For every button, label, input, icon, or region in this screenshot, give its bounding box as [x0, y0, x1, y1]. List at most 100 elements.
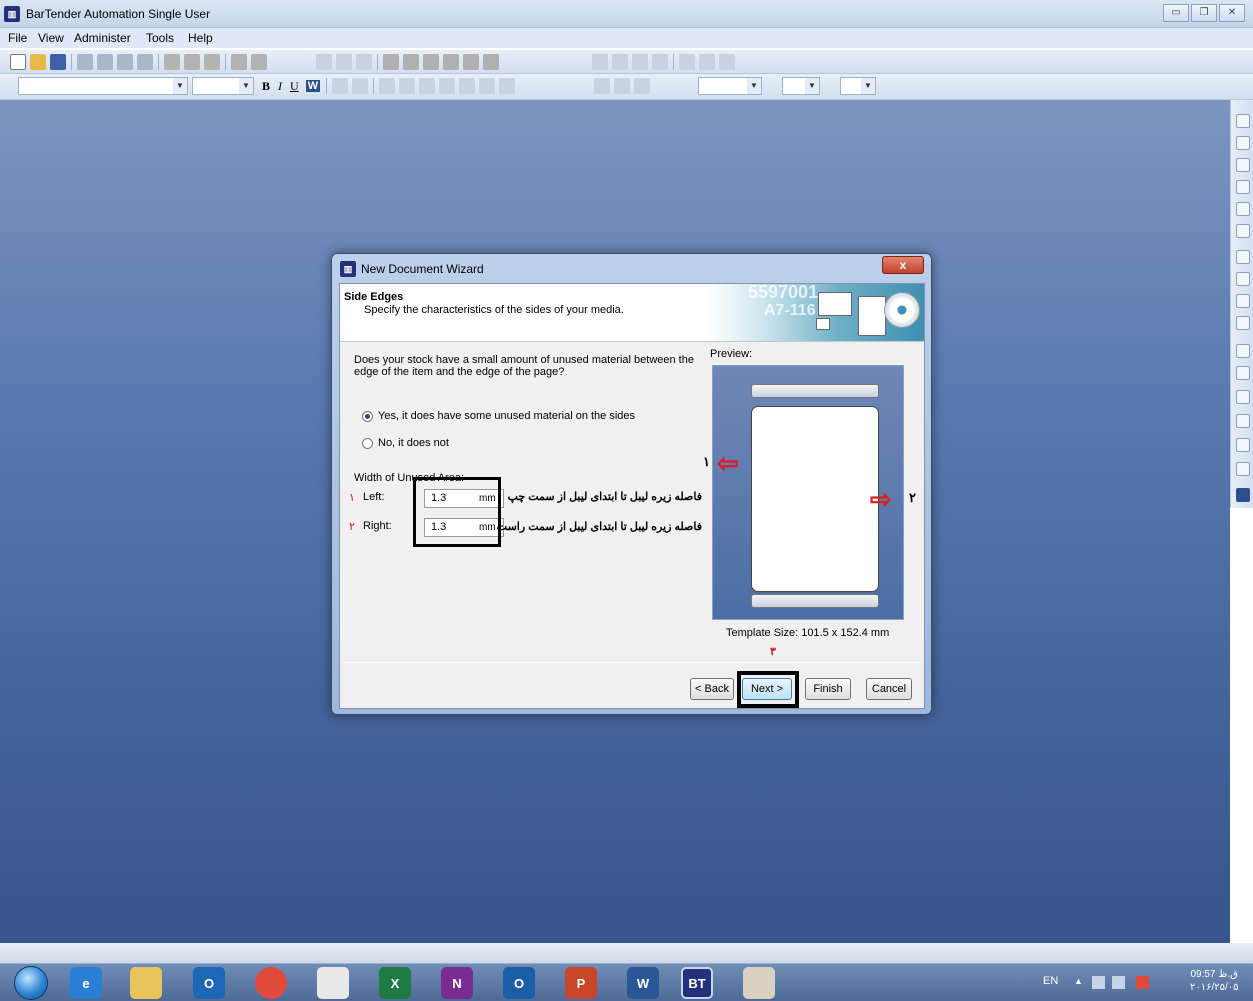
word-wrap-button[interactable]: W — [305, 80, 321, 92]
bartender-taskbar-icon[interactable]: BT — [681, 967, 713, 999]
align-right-icon[interactable] — [1236, 224, 1250, 238]
restore-button[interactable]: ❐ — [1191, 4, 1217, 22]
underline-button[interactable]: U — [290, 79, 299, 94]
undo-icon[interactable] — [231, 54, 247, 70]
page-setup-icon[interactable] — [117, 54, 133, 70]
powerpoint-icon[interactable]: P — [565, 967, 597, 999]
radio-selected-icon[interactable] — [362, 410, 373, 422]
print-icon[interactable] — [77, 54, 93, 70]
file-explorer-icon[interactable] — [130, 967, 162, 999]
menu-administer[interactable]: Administer — [74, 31, 131, 45]
paragraph-icon[interactable] — [459, 78, 476, 94]
align-center-icon[interactable] — [399, 78, 416, 94]
excel-icon[interactable]: X — [379, 967, 411, 999]
picture-icon[interactable] — [463, 54, 479, 70]
back-button[interactable]: < Back — [690, 678, 734, 700]
paint-app-icon[interactable] — [317, 967, 349, 999]
outlook-icon[interactable]: O — [503, 967, 535, 999]
center-vertical-icon[interactable] — [1236, 316, 1250, 330]
volume-icon[interactable] — [1112, 976, 1125, 989]
print-preview-icon[interactable] — [97, 54, 113, 70]
zoom-in-icon[interactable] — [592, 54, 608, 70]
text-cursor-icon[interactable] — [356, 54, 372, 70]
chevron-up-icon[interactable]: ▲ — [1074, 976, 1087, 989]
minimize-button[interactable]: ▭ — [1163, 4, 1189, 22]
database-icon[interactable] — [137, 54, 153, 70]
select-icon[interactable] — [316, 54, 332, 70]
dialog-close-button[interactable]: x — [882, 256, 924, 274]
grid-icon[interactable] — [719, 54, 735, 70]
outlook-app-icon[interactable]: O — [193, 967, 225, 999]
subscript-icon[interactable] — [499, 78, 516, 94]
align-left-icon[interactable] — [1236, 180, 1250, 194]
option-yes[interactable]: Yes, it does have some unused material o… — [362, 410, 635, 422]
line-weight-icon[interactable] — [634, 78, 650, 94]
superscript-icon[interactable] — [479, 78, 496, 94]
line-dash-combo[interactable]: ▼ — [840, 77, 876, 95]
redo-icon[interactable] — [251, 54, 267, 70]
paste-icon[interactable] — [204, 54, 220, 70]
italic-button[interactable]: I — [278, 79, 282, 94]
network-icon[interactable] — [1092, 976, 1105, 989]
rotate-270-icon[interactable] — [1236, 438, 1250, 452]
align-icon[interactable] — [679, 54, 695, 70]
distribute-icon[interactable] — [699, 54, 715, 70]
font-color-icon[interactable] — [332, 78, 349, 94]
menu-view[interactable]: View — [38, 31, 64, 45]
text-object-icon[interactable] — [403, 54, 419, 70]
line-icon[interactable] — [423, 54, 439, 70]
barcode-icon[interactable] — [383, 54, 399, 70]
onenote-icon[interactable]: N — [441, 967, 473, 999]
rotate-90-icon[interactable] — [1236, 390, 1250, 404]
copy-icon[interactable] — [184, 54, 200, 70]
start-button[interactable] — [14, 966, 48, 1000]
line-width-combo[interactable]: ▼ — [698, 77, 762, 95]
internet-explorer-icon[interactable]: e — [70, 967, 102, 999]
align-left-icon[interactable] — [379, 78, 396, 94]
toolbar-overflow-icon[interactable] — [1236, 488, 1250, 502]
same-width-icon[interactable] — [1236, 366, 1250, 380]
zoom-fit-icon[interactable] — [632, 54, 648, 70]
new-icon[interactable] — [10, 54, 26, 70]
open-icon[interactable] — [30, 54, 46, 70]
align-middle-icon[interactable] — [1236, 136, 1250, 150]
shape-icon[interactable] — [443, 54, 459, 70]
menu-tools[interactable]: Tools — [146, 31, 174, 45]
fill-color-icon[interactable] — [614, 78, 630, 94]
zoom-out-icon[interactable] — [612, 54, 628, 70]
save-icon[interactable] — [50, 54, 66, 70]
flag-icon[interactable] — [1136, 976, 1149, 989]
close-window-button[interactable]: ✕ — [1219, 4, 1245, 22]
center-horizontal-icon[interactable] — [1236, 294, 1250, 308]
rotate-180-icon[interactable] — [1236, 414, 1250, 428]
line-color-icon[interactable] — [594, 78, 610, 94]
option-no[interactable]: No, it does not — [362, 437, 449, 449]
clock[interactable]: ق.ظ 09:57 ۲۰۱۶/۲۵/۰۵ — [1190, 968, 1239, 994]
highlight-icon[interactable] — [352, 78, 369, 94]
zoom-page-icon[interactable] — [652, 54, 668, 70]
justify-icon[interactable] — [439, 78, 456, 94]
size-icon[interactable] — [1236, 344, 1250, 358]
cancel-button[interactable]: Cancel — [866, 678, 912, 700]
cut-icon[interactable] — [164, 54, 180, 70]
font-name-combo[interactable]: ▼ — [18, 77, 188, 95]
align-right-icon[interactable] — [419, 78, 436, 94]
paint-icon[interactable] — [743, 967, 775, 999]
radio-unselected-icon[interactable] — [362, 437, 373, 449]
align-bottom-icon[interactable] — [1236, 158, 1250, 172]
space-vertical-icon[interactable] — [1236, 272, 1250, 286]
menu-help[interactable]: Help — [188, 31, 213, 45]
pencil-icon[interactable] — [336, 54, 352, 70]
word-icon[interactable]: W — [627, 967, 659, 999]
language-indicator[interactable]: EN — [1043, 975, 1058, 987]
align-top-icon[interactable] — [1236, 114, 1250, 128]
rfid-icon[interactable] — [483, 54, 499, 70]
font-size-combo[interactable]: ▼ — [192, 77, 254, 95]
space-horizontal-icon[interactable] — [1236, 250, 1250, 264]
chrome-icon[interactable] — [255, 967, 287, 999]
bold-button[interactable]: B — [262, 79, 270, 94]
line-style-combo[interactable]: ▼ — [782, 77, 820, 95]
menu-file[interactable]: File — [8, 31, 27, 45]
rotate-0-icon[interactable] — [1236, 462, 1250, 476]
align-center-icon[interactable] — [1236, 202, 1250, 216]
